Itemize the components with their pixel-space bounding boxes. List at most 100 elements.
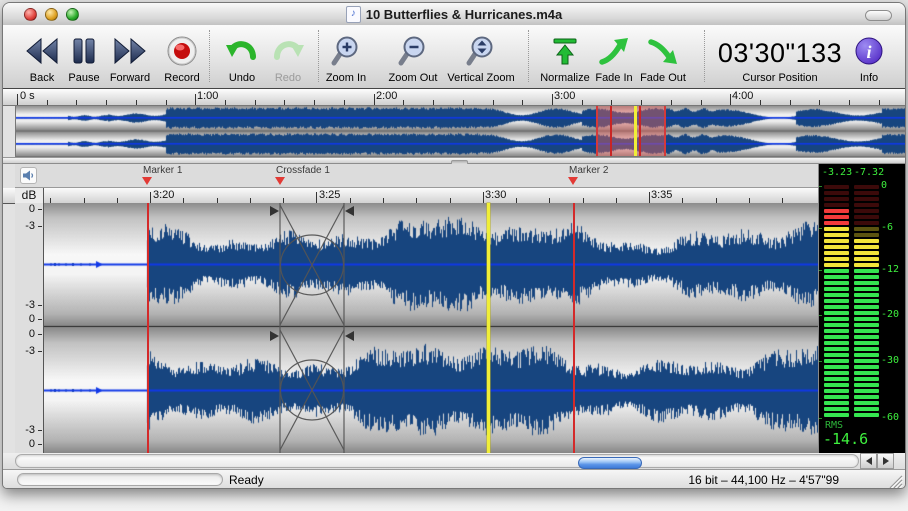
- meter-segment: [824, 239, 849, 243]
- meter-segment: [824, 341, 849, 345]
- app-window: ♪ 10 Butterflies & Hurricanes.m4a Back P…: [2, 2, 906, 489]
- channel-options-button[interactable]: [20, 167, 37, 184]
- meter-segment: [854, 209, 879, 213]
- cursor-position-display: 03'30"133 Cursor Position: [705, 29, 855, 85]
- scroll-right-button[interactable]: [877, 453, 894, 469]
- meter-segment: [824, 383, 849, 387]
- meter-segment: [854, 407, 879, 411]
- db-scale-gutter: 0-3-300-3-30: [15, 203, 44, 453]
- record-button[interactable]: Record: [154, 29, 210, 85]
- meter-segment: [854, 191, 879, 195]
- scroll-left-button[interactable]: [860, 453, 877, 469]
- overview-visible-region[interactable]: [596, 106, 665, 156]
- undo-button[interactable]: Undo: [219, 29, 265, 85]
- meter-segment: [854, 203, 879, 207]
- ruler-tick: [150, 192, 151, 203]
- meter-segment: [854, 227, 879, 231]
- meter-segment: [854, 197, 879, 201]
- meter-segment: [824, 359, 849, 363]
- info-icon: i: [854, 31, 884, 71]
- toolbar-toggle-button[interactable]: [865, 10, 892, 21]
- meter-segment: [854, 293, 879, 297]
- meter-segment: [824, 413, 849, 417]
- meter-segment: [854, 233, 879, 237]
- meter-scale-tick: [819, 186, 822, 187]
- meter-segment: [824, 329, 849, 333]
- ruler-tick: [649, 192, 650, 203]
- marker-label: Marker 2: [569, 165, 608, 176]
- meter-segment: [854, 341, 879, 345]
- status-message: Ready: [229, 473, 264, 487]
- db-scale-label: -3: [15, 299, 35, 311]
- marker-handle[interactable]: [275, 177, 285, 185]
- db-scale-tick: [38, 351, 42, 352]
- info-button[interactable]: i Info: [848, 29, 890, 85]
- level-meter-panel: -3.23 -7.32 RMS -14.6 0-6-12-20-30-60: [818, 164, 906, 453]
- meter-segment: [854, 269, 879, 273]
- meter-segment: [824, 401, 849, 405]
- overview-ruler-label: 3:00: [554, 90, 575, 102]
- meter-segment: [854, 305, 879, 309]
- playback-cursor-line[interactable]: [487, 203, 490, 453]
- status-bar: Ready 16 bit – 44,100 Hz – 4'57"99: [3, 469, 905, 489]
- marker-line[interactable]: [573, 203, 575, 453]
- db-scale-tick: [38, 319, 42, 320]
- meter-segment: [824, 185, 849, 189]
- overview-waveform[interactable]: [15, 105, 906, 157]
- db-scale-tick: [38, 430, 42, 431]
- meter-scale-label: -12: [881, 264, 899, 275]
- overview-marker-line: [639, 106, 641, 156]
- back-icon: [24, 31, 60, 71]
- ruler-tick: [552, 94, 553, 105]
- overview-marker-line: [610, 106, 612, 156]
- crossfade-overlay[interactable]: [44, 203, 818, 453]
- marker-handle[interactable]: [568, 177, 578, 185]
- peak-value-right: -7.32: [854, 167, 884, 178]
- format-info: 16 bit – 44,100 Hz – 4'57"99: [688, 473, 839, 487]
- meter-segment: [824, 353, 849, 357]
- db-scale-tick: [38, 444, 42, 445]
- marker-handle[interactable]: [142, 177, 152, 185]
- waveform-editor[interactable]: [44, 203, 818, 454]
- resize-grip[interactable]: [888, 475, 903, 489]
- fade-out-button[interactable]: Fade Out: [633, 29, 693, 85]
- meter-segment: [824, 317, 849, 321]
- vertical-zoom-button[interactable]: Vertical Zoom: [437, 29, 525, 85]
- marker-line[interactable]: [147, 203, 149, 453]
- meter-segment: [824, 371, 849, 375]
- overview-region-edge: [664, 106, 666, 156]
- db-scale-label: 0: [15, 438, 35, 450]
- meter-segment: [854, 263, 879, 267]
- zoom-in-button[interactable]: Zoom In: [317, 29, 375, 85]
- scrollbar-track[interactable]: [15, 454, 859, 468]
- meter-segment: [854, 371, 879, 375]
- redo-button[interactable]: Redo: [265, 29, 311, 85]
- meter-segment: [854, 317, 879, 321]
- fade-in-icon: [598, 31, 630, 71]
- db-scale-label: 0: [15, 328, 35, 340]
- meter-segment: [854, 251, 879, 255]
- pane-splitter[interactable]: [3, 157, 905, 164]
- meter-segment: [824, 305, 849, 309]
- titlebar[interactable]: ♪ 10 Butterflies & Hurricanes.m4a: [3, 3, 905, 26]
- progress-bar: [17, 473, 223, 486]
- meter-segment: [824, 323, 849, 327]
- zoom-out-button[interactable]: Zoom Out: [381, 29, 445, 85]
- svg-text:i: i: [866, 42, 871, 62]
- meter-segment: [824, 233, 849, 237]
- ruler-tick: [730, 94, 731, 105]
- overview-ruler-label: 4:00: [732, 90, 753, 102]
- overview-ruler-label: 0 s: [20, 90, 35, 102]
- ruler-tick: [483, 192, 484, 203]
- forward-button[interactable]: Forward: [99, 29, 161, 85]
- meter-scale-label: -30: [881, 355, 899, 366]
- meter-segment: [854, 329, 879, 333]
- meter-segment: [854, 239, 879, 243]
- meter-scale-label: -60: [881, 412, 899, 423]
- meter-segment: [824, 293, 849, 297]
- meter-segment: [854, 245, 879, 249]
- meter-segment: [824, 215, 849, 219]
- marker-label: Crossfade 1: [276, 165, 330, 176]
- meter-segment: [824, 335, 849, 339]
- scrollbar-thumb[interactable]: [578, 457, 642, 469]
